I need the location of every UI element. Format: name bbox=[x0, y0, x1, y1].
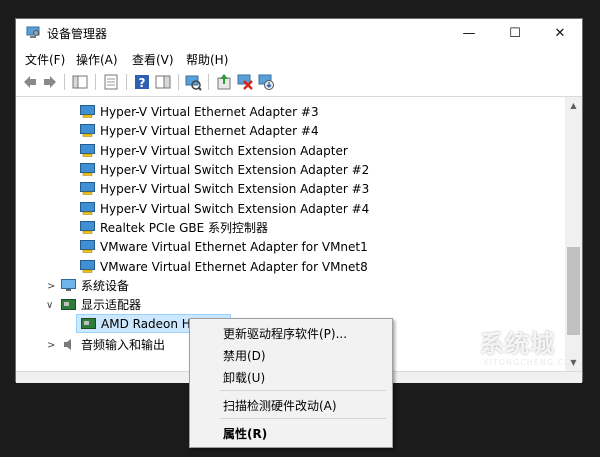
tree-item-network-adapter[interactable]: VMware Virtual Ethernet Adapter for VMne… bbox=[80, 237, 368, 256]
network-adapter-icon bbox=[80, 221, 95, 234]
minimize-icon: — bbox=[462, 25, 476, 41]
network-adapter-icon bbox=[80, 182, 95, 195]
watermark-logo: 系统城 XITONGCHENG.CC bbox=[445, 318, 595, 380]
maximize-button[interactable]: ☐ bbox=[492, 19, 538, 47]
action-pane-icon[interactable] bbox=[154, 73, 172, 91]
tree-item-label: Hyper-V Virtual Switch Extension Adapter… bbox=[100, 201, 370, 216]
tree-item-label: Hyper-V Virtual Switch Extension Adapter… bbox=[100, 181, 370, 196]
download-icon[interactable] bbox=[257, 73, 275, 91]
update-driver-icon[interactable] bbox=[215, 73, 233, 91]
tree-item-network-adapter[interactable]: Hyper-V Virtual Switch Extension Adapter… bbox=[80, 160, 369, 179]
menu-item-update-driver[interactable]: 更新驱动程序软件(P)... bbox=[223, 325, 347, 342]
toolbar-separator bbox=[126, 74, 127, 90]
toolbar-separator bbox=[95, 74, 96, 90]
tree-item-network-adapter[interactable]: Realtek PCIe GBE 系列控制器 bbox=[80, 218, 268, 237]
tree-node-label: 显示适配器 bbox=[81, 298, 142, 312]
tree-item-label: AMD Radeon HD bbox=[101, 316, 201, 331]
uninstall-device-icon[interactable] bbox=[236, 73, 254, 91]
network-adapter-icon bbox=[80, 240, 95, 253]
svg-text:?: ? bbox=[139, 76, 146, 90]
tree-item-label: Hyper-V Virtual Switch Extension Adapter… bbox=[100, 162, 370, 177]
tree-item-label: Hyper-V Virtual Ethernet Adapter #4 bbox=[100, 123, 319, 138]
display-adapter-icon bbox=[61, 299, 76, 310]
tree-node-label: 音频输入和输出 bbox=[81, 338, 166, 352]
menu-item-disable[interactable]: 禁用(D) bbox=[223, 347, 266, 364]
menu-action[interactable]: 操作(A) bbox=[76, 51, 118, 68]
network-adapter-icon bbox=[80, 260, 95, 273]
scan-hardware-icon[interactable] bbox=[184, 73, 202, 91]
minimize-button[interactable]: — bbox=[446, 19, 492, 47]
maximize-icon: ☐ bbox=[509, 25, 521, 41]
toolbar: ? bbox=[16, 68, 582, 97]
scroll-up-arrow-icon[interactable]: ▲ bbox=[565, 97, 582, 114]
properties-icon[interactable] bbox=[102, 73, 120, 91]
forward-arrow-icon[interactable] bbox=[41, 73, 59, 91]
help-icon[interactable]: ? bbox=[133, 73, 151, 91]
display-adapter-icon bbox=[81, 318, 96, 329]
toolbar-separator bbox=[208, 74, 209, 90]
toolbar-separator bbox=[178, 74, 179, 90]
network-adapter-icon bbox=[80, 124, 95, 137]
watermark-emblem-icon bbox=[446, 323, 480, 357]
tree-item-network-adapter[interactable]: Hyper-V Virtual Switch Extension Adapter bbox=[80, 141, 348, 160]
tree-item-label: Hyper-V Virtual Switch Extension Adapter bbox=[100, 143, 348, 158]
menu-item-properties[interactable]: 属性(R) bbox=[223, 425, 267, 442]
device-manager-icon bbox=[26, 26, 40, 38]
tree-node-label: 系统设备 bbox=[81, 279, 130, 293]
menu-help[interactable]: 帮助(H) bbox=[186, 51, 228, 68]
system-devices-icon bbox=[61, 279, 76, 291]
menu-item-scan-hardware[interactable]: 扫描检测硬件改动(A) bbox=[223, 397, 337, 414]
watermark-subtext: XITONGCHENG.CC bbox=[483, 358, 571, 367]
expand-chevron-icon[interactable]: > bbox=[47, 340, 55, 351]
tree-item-label: VMware Virtual Ethernet Adapter for VMne… bbox=[100, 259, 368, 274]
network-adapter-icon bbox=[80, 144, 95, 157]
network-adapter-icon bbox=[80, 163, 95, 176]
close-button[interactable]: ✕ bbox=[537, 19, 583, 47]
tree-item-network-adapter[interactable]: Hyper-V Virtual Ethernet Adapter #4 bbox=[80, 121, 319, 140]
collapse-chevron-icon[interactable]: ∨ bbox=[46, 300, 53, 311]
watermark-text: 系统城 bbox=[480, 330, 555, 358]
tree-item-network-adapter[interactable]: Hyper-V Virtual Switch Extension Adapter… bbox=[80, 179, 369, 198]
toolbar-separator bbox=[64, 74, 65, 90]
window-title: 设备管理器 bbox=[47, 27, 108, 41]
menu-bar: 文件(F) 操作(A) 查看(V) 帮助(H) bbox=[16, 48, 582, 68]
tree-item-network-adapter[interactable]: Hyper-V Virtual Switch Extension Adapter… bbox=[80, 199, 369, 218]
title-bar[interactable]: 设备管理器 — ☐ ✕ bbox=[16, 19, 582, 47]
tree-item-network-adapter[interactable]: Hyper-V Virtual Ethernet Adapter #3 bbox=[80, 102, 319, 121]
tree-item-label: Hyper-V Virtual Ethernet Adapter #3 bbox=[100, 104, 319, 119]
back-arrow-icon[interactable] bbox=[21, 73, 39, 91]
console-tree-icon[interactable] bbox=[71, 73, 89, 91]
menu-view[interactable]: 查看(V) bbox=[132, 51, 174, 68]
tree-item-label: Realtek PCIe GBE 系列控制器 bbox=[100, 221, 269, 235]
menu-item-uninstall[interactable]: 卸载(U) bbox=[223, 369, 265, 386]
context-menu: 更新驱动程序软件(P)... 禁用(D) 卸载(U) 扫描检测硬件改动(A) 属… bbox=[189, 318, 393, 448]
close-icon: ✕ bbox=[554, 25, 566, 41]
speaker-icon bbox=[64, 339, 71, 350]
menu-separator bbox=[220, 418, 386, 419]
network-adapter-icon bbox=[80, 105, 95, 118]
tree-item-label: VMware Virtual Ethernet Adapter for VMne… bbox=[100, 239, 368, 254]
tree-item-network-adapter[interactable]: VMware Virtual Ethernet Adapter for VMne… bbox=[80, 257, 368, 276]
menu-file[interactable]: 文件(F) bbox=[25, 51, 65, 68]
menu-separator bbox=[220, 390, 386, 391]
tree-node-audio[interactable]: 音频输入和输出 bbox=[61, 335, 165, 354]
tree-node-system-devices[interactable]: 系统设备 bbox=[61, 276, 129, 295]
expand-chevron-icon[interactable]: > bbox=[47, 281, 55, 292]
network-adapter-icon bbox=[80, 202, 95, 215]
tree-node-display-adapters[interactable]: 显示适配器 bbox=[61, 295, 141, 314]
